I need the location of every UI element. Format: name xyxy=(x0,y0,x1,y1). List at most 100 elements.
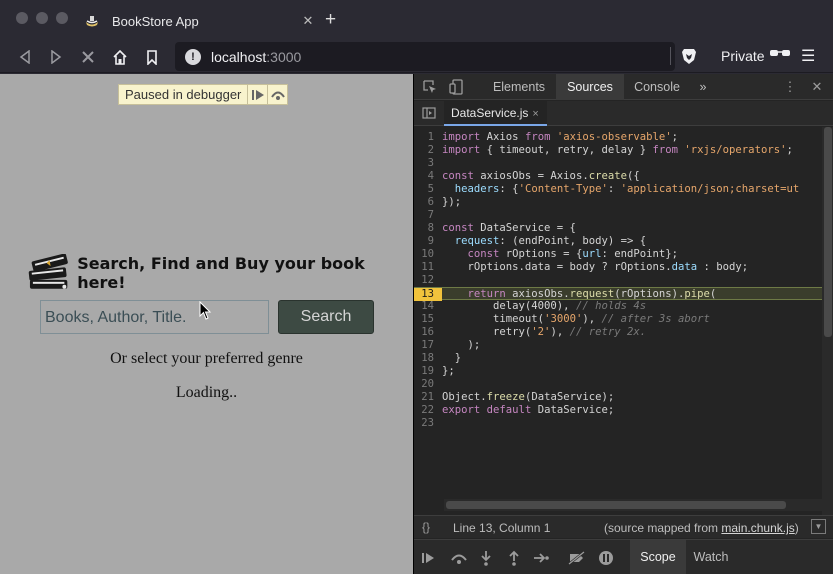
line-number[interactable]: 22 xyxy=(414,404,442,417)
line-number[interactable]: 20 xyxy=(414,378,442,391)
back-icon[interactable] xyxy=(14,46,36,68)
code-line[interactable]: 23 xyxy=(414,417,822,430)
vertical-scroll-thumb[interactable] xyxy=(824,127,832,337)
navigation-toolbar: ! localhost:3000 Private ☰ xyxy=(0,40,833,73)
line-number[interactable]: 10 xyxy=(414,248,442,261)
new-tab-button[interactable]: + xyxy=(325,9,336,31)
minimize-window-button[interactable] xyxy=(36,12,48,24)
code-text: retry('2'), // retry 2x. xyxy=(442,326,647,338)
line-number[interactable]: 9 xyxy=(414,235,442,248)
code-line[interactable]: 19}; xyxy=(414,365,822,378)
code-text: ); xyxy=(442,339,481,351)
line-number[interactable]: 12 xyxy=(414,274,442,287)
tab-console[interactable]: Console xyxy=(626,74,688,100)
code-line[interactable]: 18 } xyxy=(414,352,822,365)
code-editor[interactable]: 1 import Axios from 'axios-observable'; 2 i… xyxy=(414,127,833,515)
line-number[interactable]: 21 xyxy=(414,391,442,404)
line-number[interactable]: 8 xyxy=(414,222,442,235)
line-number[interactable]: 11 xyxy=(414,261,442,274)
code-text: const DataService = { xyxy=(442,222,576,234)
line-number[interactable]: 15 xyxy=(414,313,442,326)
code-line[interactable]: 2 import { timeout, retry, delay } from '… xyxy=(414,144,822,157)
address-bar[interactable]: ! localhost:3000 xyxy=(175,42,675,71)
line-number[interactable]: 2 xyxy=(414,144,442,157)
code-line[interactable]: 11 rOptions.data = body ? rOptions.data … xyxy=(414,261,822,274)
code-line[interactable]: 8 const DataService = { xyxy=(414,222,822,235)
toggle-navigator-icon[interactable] xyxy=(420,104,438,122)
line-number[interactable]: 7 xyxy=(414,209,442,222)
code-line[interactable]: 16 retry('2'), // retry 2x. xyxy=(414,326,822,339)
horizontal-scroll-thumb[interactable] xyxy=(446,501,786,509)
search-input[interactable]: Books, Author, Title. xyxy=(40,300,269,334)
step-out-icon[interactable] xyxy=(505,549,523,567)
maximize-window-button[interactable] xyxy=(56,12,68,24)
step-over-icon[interactable] xyxy=(267,85,287,104)
source-map-link[interactable]: main.chunk.js xyxy=(721,521,794,535)
tab-close-icon[interactable]: ✕ xyxy=(298,13,318,29)
line-number[interactable]: 14 xyxy=(414,300,442,313)
brave-shields-icon[interactable] xyxy=(681,47,697,65)
tab-elements[interactable]: Elements xyxy=(484,74,554,100)
line-number[interactable]: 17 xyxy=(414,339,442,352)
code-line[interactable]: 10 const rOptions = {url: endPoint}; xyxy=(414,248,822,261)
pause-on-exceptions-icon[interactable] xyxy=(597,549,615,567)
line-number[interactable]: 6 xyxy=(414,196,442,209)
line-number[interactable]: 4 xyxy=(414,170,442,183)
more-tabs-icon[interactable]: » xyxy=(693,74,713,100)
close-devtools-icon[interactable]: ✕ xyxy=(808,78,826,96)
line-number[interactable]: 18 xyxy=(414,352,442,365)
device-toolbar-icon[interactable] xyxy=(447,78,465,96)
step-icon[interactable] xyxy=(532,549,550,567)
home-icon[interactable] xyxy=(109,46,131,68)
deactivate-breakpoints-icon[interactable] xyxy=(568,549,586,567)
resume-icon[interactable] xyxy=(420,549,438,567)
site-info-icon[interactable]: ! xyxy=(185,48,201,65)
line-number[interactable]: 16 xyxy=(414,326,442,339)
toggle-sidebar-icon[interactable]: ▼ xyxy=(811,519,826,534)
tab-bookstore[interactable]: BookStore App ✕ xyxy=(78,6,318,36)
line-number[interactable]: 23 xyxy=(414,417,442,430)
search-button[interactable]: Search xyxy=(278,300,374,334)
inspect-element-icon[interactable] xyxy=(421,78,439,96)
line-number[interactable]: 1 xyxy=(414,131,442,144)
resume-execution-icon[interactable] xyxy=(247,85,267,104)
pretty-print-icon[interactable]: {} xyxy=(422,520,430,534)
step-into-icon[interactable] xyxy=(477,549,495,567)
code-line[interactable]: 3 xyxy=(414,157,822,170)
stop-loading-icon[interactable] xyxy=(77,46,99,68)
code-line[interactable]: 12 xyxy=(414,274,822,287)
code-line[interactable]: 5 headers: {'Content-Type': 'application… xyxy=(414,183,822,196)
line-number[interactable]: 5 xyxy=(414,183,442,196)
file-tab-close-icon[interactable]: × xyxy=(532,108,538,120)
code-text: } xyxy=(442,352,462,364)
code-text: return axiosObs.request(rOptions).pipe( xyxy=(467,288,717,300)
line-number[interactable]: 19 xyxy=(414,365,442,378)
step-over-debug-icon[interactable] xyxy=(450,549,468,567)
tab-watch[interactable]: Watch xyxy=(686,540,736,574)
hamburger-menu-icon[interactable]: ☰ xyxy=(801,46,815,66)
code-line[interactable]: 20 xyxy=(414,378,822,391)
code-line-breakpoint[interactable]: 13 return axiosObs.request(rOptions).pip… xyxy=(414,287,822,301)
code-line[interactable]: 7 xyxy=(414,209,822,222)
bookmark-icon[interactable] xyxy=(141,46,163,68)
tab-scope[interactable]: Scope xyxy=(630,540,686,574)
editor-horizontal-scrollbar[interactable] xyxy=(444,499,822,511)
devtools-menu-icon[interactable]: ⋮ xyxy=(781,78,799,96)
code-text: import { timeout, retry, delay } from 'r… xyxy=(442,144,793,156)
code-line[interactable]: 6}); xyxy=(414,196,822,209)
code-line[interactable]: 21 Object.freeze(DataService); xyxy=(414,391,822,404)
close-window-button[interactable] xyxy=(16,12,28,24)
browser-window: BookStore App ✕ + ! localhost:3000 Priva… xyxy=(0,0,833,574)
tab-sources[interactable]: Sources xyxy=(556,74,624,100)
code-line[interactable]: 17 ); xyxy=(414,339,822,352)
code-line[interactable]: 9 request: (endPoint, body) => { xyxy=(414,235,822,248)
code-line[interactable]: 22 export default DataService; xyxy=(414,404,822,417)
code-line[interactable]: 4 const axiosObs = Axios.create({ xyxy=(414,170,822,183)
editor-vertical-scrollbar[interactable] xyxy=(822,127,833,515)
line-number[interactable]: 3 xyxy=(414,157,442,170)
file-tab-dataservice[interactable]: DataService.js × xyxy=(444,101,547,126)
code-line[interactable]: 15 timeout('3000'), // after 3s abort xyxy=(414,313,822,326)
code-line[interactable]: 14 delay(4000), // holds 4s xyxy=(414,300,822,313)
forward-icon[interactable] xyxy=(45,46,67,68)
code-line[interactable]: 1 import Axios from 'axios-observable'; xyxy=(414,131,822,144)
